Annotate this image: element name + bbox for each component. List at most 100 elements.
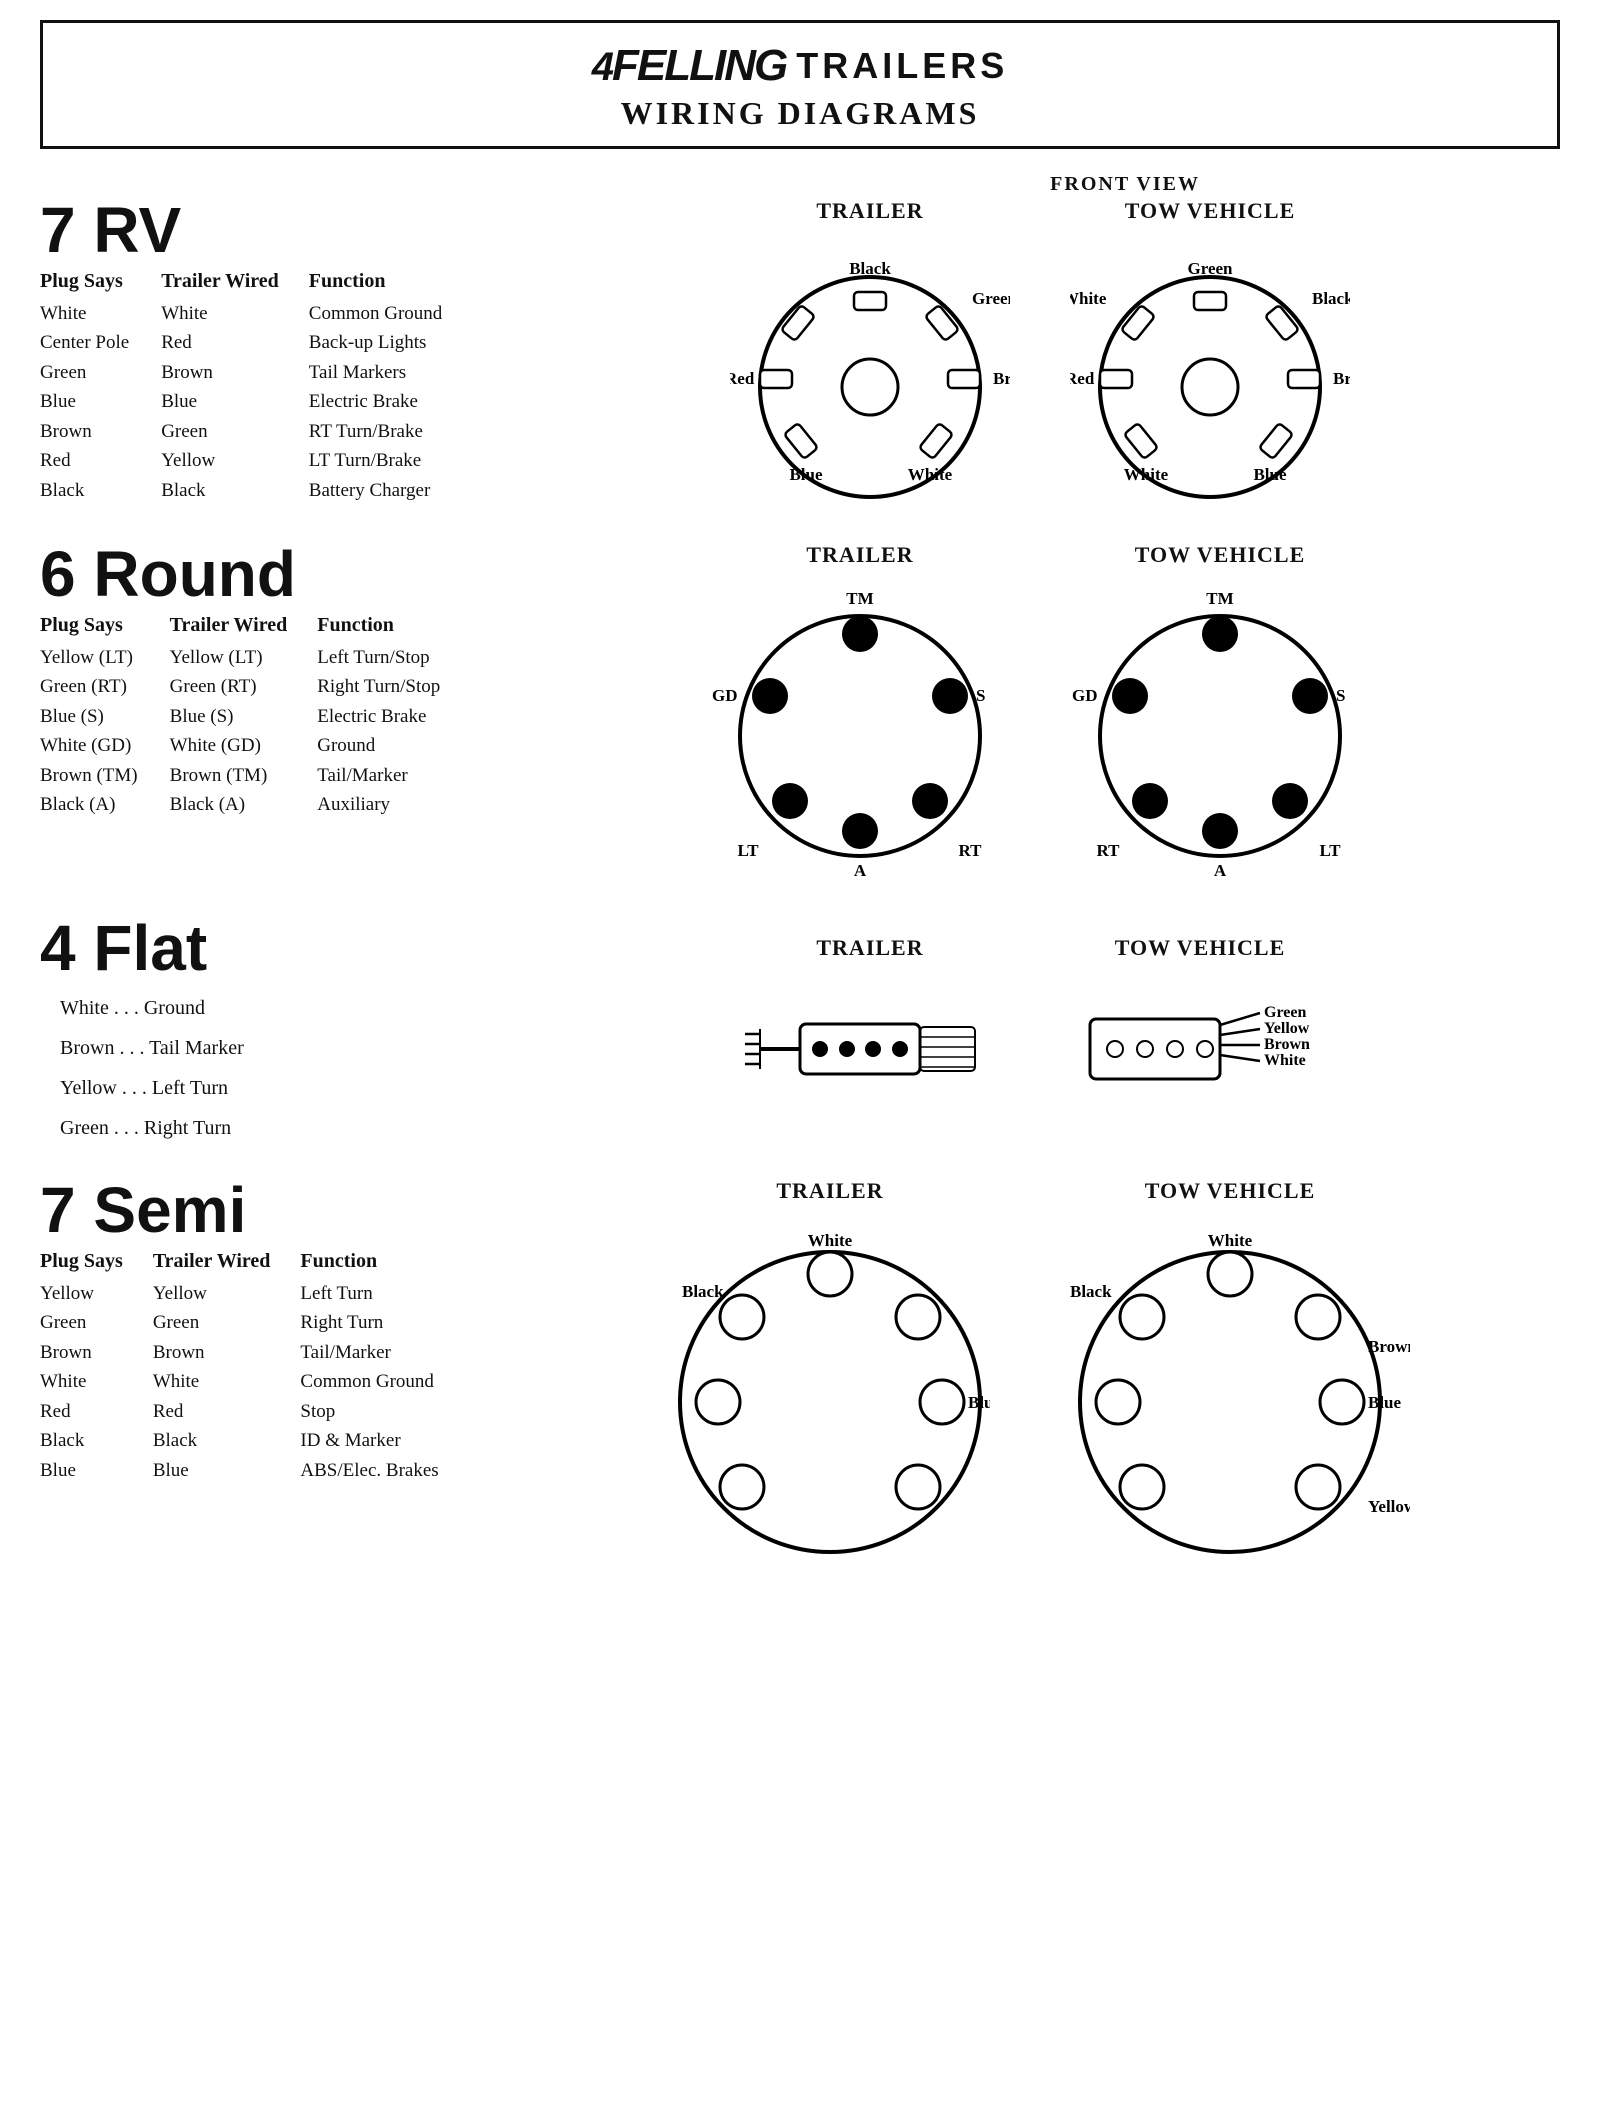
rv7-table: Plug Says Trailer Wired Function WhiteWh… xyxy=(40,266,474,505)
table-row: RedRedStop xyxy=(40,1397,471,1426)
flat4-item-green: Green . . . Right Turn xyxy=(60,1108,520,1148)
semi7-left: 7 Semi Plug Says Trailer Wired Function … xyxy=(40,1178,520,1485)
svg-text:Blue: Blue xyxy=(789,465,823,484)
svg-text:Black: Black xyxy=(1312,289,1350,308)
svg-text:Brown: Brown xyxy=(1264,1036,1310,1053)
round6-trailer-svg: TM GD S LT RT A xyxy=(710,576,1010,886)
svg-text:Brown: Brown xyxy=(1368,1337,1410,1356)
header-subtitle: WIRING DIAGRAMS xyxy=(63,95,1537,132)
svg-text:LT: LT xyxy=(1319,841,1341,860)
semi7-col1-header: Plug Says xyxy=(40,1246,153,1279)
svg-text:White: White xyxy=(908,465,953,484)
rv7-tow-svg: Green Black Brown Blue White Red White xyxy=(1070,232,1350,512)
semi7-title: 7 Semi xyxy=(40,1178,520,1242)
flat4-item-yellow: Yellow . . . Left Turn xyxy=(60,1068,520,1108)
round6-col3-header: Function xyxy=(317,610,472,643)
round6-col2-header: Trailer Wired xyxy=(170,610,318,643)
svg-text:White: White xyxy=(808,1231,853,1250)
svg-text:TM: TM xyxy=(846,589,873,608)
header: 4FELLING TRAILERS WIRING DIAGRAMS xyxy=(40,20,1560,149)
table-row: Center PoleRedBack-up Lights xyxy=(40,328,474,357)
rv7-trailer-diagram: TRAILER xyxy=(730,198,1010,512)
svg-text:Red: Red xyxy=(1070,369,1095,388)
semi7-trailer-svg: White Black Blue Black Yellow xyxy=(670,1212,990,1592)
rv7-col1-header: Plug Says xyxy=(40,266,161,299)
svg-text:White: White xyxy=(1208,1231,1253,1250)
table-row: White (GD)White (GD)Ground xyxy=(40,731,472,760)
round6-tow-label: TOW VEHICLE xyxy=(1135,542,1306,568)
svg-text:Blue: Blue xyxy=(1368,1393,1402,1412)
flat4-trailer-label: TRAILER xyxy=(816,935,923,961)
front-view-label: FRONT VIEW xyxy=(1050,173,1200,195)
rv7-left: 7 RV Plug Says Trailer Wired Function Wh… xyxy=(40,198,520,505)
svg-text:Blue: Blue xyxy=(1253,465,1287,484)
svg-text:White: White xyxy=(1070,289,1107,308)
svg-text:Black: Black xyxy=(682,1282,724,1301)
svg-text:Green: Green xyxy=(972,289,1010,308)
semi7-tow-svg: White Black Green Blue Yellow Brown Blac… xyxy=(1050,1212,1410,1592)
round6-diagrams: TRAILER TM GD S LT xyxy=(520,542,1560,886)
rv7-trailer-svg: Black Green Brown White Blue Red xyxy=(730,232,1010,512)
svg-text:A: A xyxy=(854,861,867,880)
flat4-tow-wrapper: TOW VEHICLE Green Yellow Brown White xyxy=(1060,935,1340,1129)
semi7-table: Plug Says Trailer Wired Function YellowY… xyxy=(40,1246,471,1485)
svg-text:White: White xyxy=(1124,465,1169,484)
svg-text:TM: TM xyxy=(1206,589,1233,608)
section-4flat: 4 Flat White . . . Ground Brown . . . Ta… xyxy=(40,916,1560,1148)
rv7-title: 7 RV xyxy=(40,198,520,262)
semi7-col2-header: Trailer Wired xyxy=(153,1246,301,1279)
svg-text:RT: RT xyxy=(958,841,982,860)
round6-table: Plug Says Trailer Wired Function Yellow … xyxy=(40,610,472,820)
table-row: Brown (TM)Brown (TM)Tail/Marker xyxy=(40,761,472,790)
table-row: Yellow (LT)Yellow (LT)Left Turn/Stop xyxy=(40,643,472,672)
rv7-trailer-label: TRAILER xyxy=(816,198,923,224)
svg-text:S: S xyxy=(1336,686,1345,705)
svg-text:White: White xyxy=(1264,1052,1306,1069)
flat4-title: 4 Flat xyxy=(40,916,520,980)
flat4-trailer-svg xyxy=(740,969,1000,1129)
flat4-item-white: White . . . Ground xyxy=(60,988,520,1028)
flat4-tow-label: TOW VEHICLE xyxy=(1115,935,1286,961)
semi7-trailer-label: TRAILER xyxy=(776,1178,883,1204)
svg-text:S: S xyxy=(976,686,985,705)
rv7-col3-header: Function xyxy=(309,266,475,299)
header-title-line1: 4FELLING TRAILERS xyxy=(63,41,1537,91)
svg-text:Yellow: Yellow xyxy=(1368,1497,1410,1516)
rv7-diagrams: TRAILER xyxy=(520,198,1560,512)
table-row: WhiteWhiteCommon Ground xyxy=(40,1367,471,1396)
semi7-tow-diagram: TOW VEHICLE White Black Green Blue Yello… xyxy=(1050,1178,1410,1592)
table-row: GreenBrownTail Markers xyxy=(40,358,474,387)
table-row: BlueBlueABS/Elec. Brakes xyxy=(40,1456,471,1485)
flat4-trailer-wrapper: TRAILER xyxy=(740,935,1000,1129)
svg-text:LT: LT xyxy=(737,841,759,860)
round6-title: 6 Round xyxy=(40,542,520,606)
round6-col1-header: Plug Says xyxy=(40,610,170,643)
table-row: BrownBrownTail/Marker xyxy=(40,1338,471,1367)
table-row: BlackBlackBattery Charger xyxy=(40,476,474,505)
round6-trailer-diagram: TRAILER TM GD S LT xyxy=(710,542,1010,886)
svg-text:A: A xyxy=(1214,861,1227,880)
flat4-tow-svg: Green Yellow Brown White xyxy=(1060,969,1340,1129)
semi7-tow-label: TOW VEHICLE xyxy=(1145,1178,1316,1204)
table-row: BrownGreenRT Turn/Brake xyxy=(40,417,474,446)
svg-text:Green: Green xyxy=(1264,1004,1306,1021)
round6-left: 6 Round Plug Says Trailer Wired Function… xyxy=(40,542,520,820)
table-row: WhiteWhiteCommon Ground xyxy=(40,299,474,328)
table-row: BlackBlackID & Marker xyxy=(40,1426,471,1455)
semi7-trailer-diagram: TRAILER White xyxy=(670,1178,990,1592)
semi7-diagrams: TRAILER White xyxy=(520,1178,1560,1592)
trailers-label: TRAILERS xyxy=(796,45,1008,87)
table-row: Blue (S)Blue (S)Electric Brake xyxy=(40,702,472,731)
table-row: RedYellowLT Turn/Brake xyxy=(40,446,474,475)
section-6round: 6 Round Plug Says Trailer Wired Function… xyxy=(40,542,1560,886)
svg-text:Yellow: Yellow xyxy=(1264,1020,1310,1037)
section-7semi: 7 Semi Plug Says Trailer Wired Function … xyxy=(40,1178,1560,1592)
table-row: GreenGreenRight Turn xyxy=(40,1308,471,1337)
section-7rv: 7 RV Plug Says Trailer Wired Function Wh… xyxy=(40,198,1560,512)
round6-tow-diagram: TOW VEHICLE TM GD S RT LT A xyxy=(1070,542,1370,886)
svg-text:Red: Red xyxy=(730,369,755,388)
svg-text:Green: Green xyxy=(1187,259,1233,278)
table-row: YellowYellowLeft Turn xyxy=(40,1279,471,1308)
round6-tow-svg: TM GD S RT LT A xyxy=(1070,576,1370,886)
svg-text:GD: GD xyxy=(712,686,738,705)
